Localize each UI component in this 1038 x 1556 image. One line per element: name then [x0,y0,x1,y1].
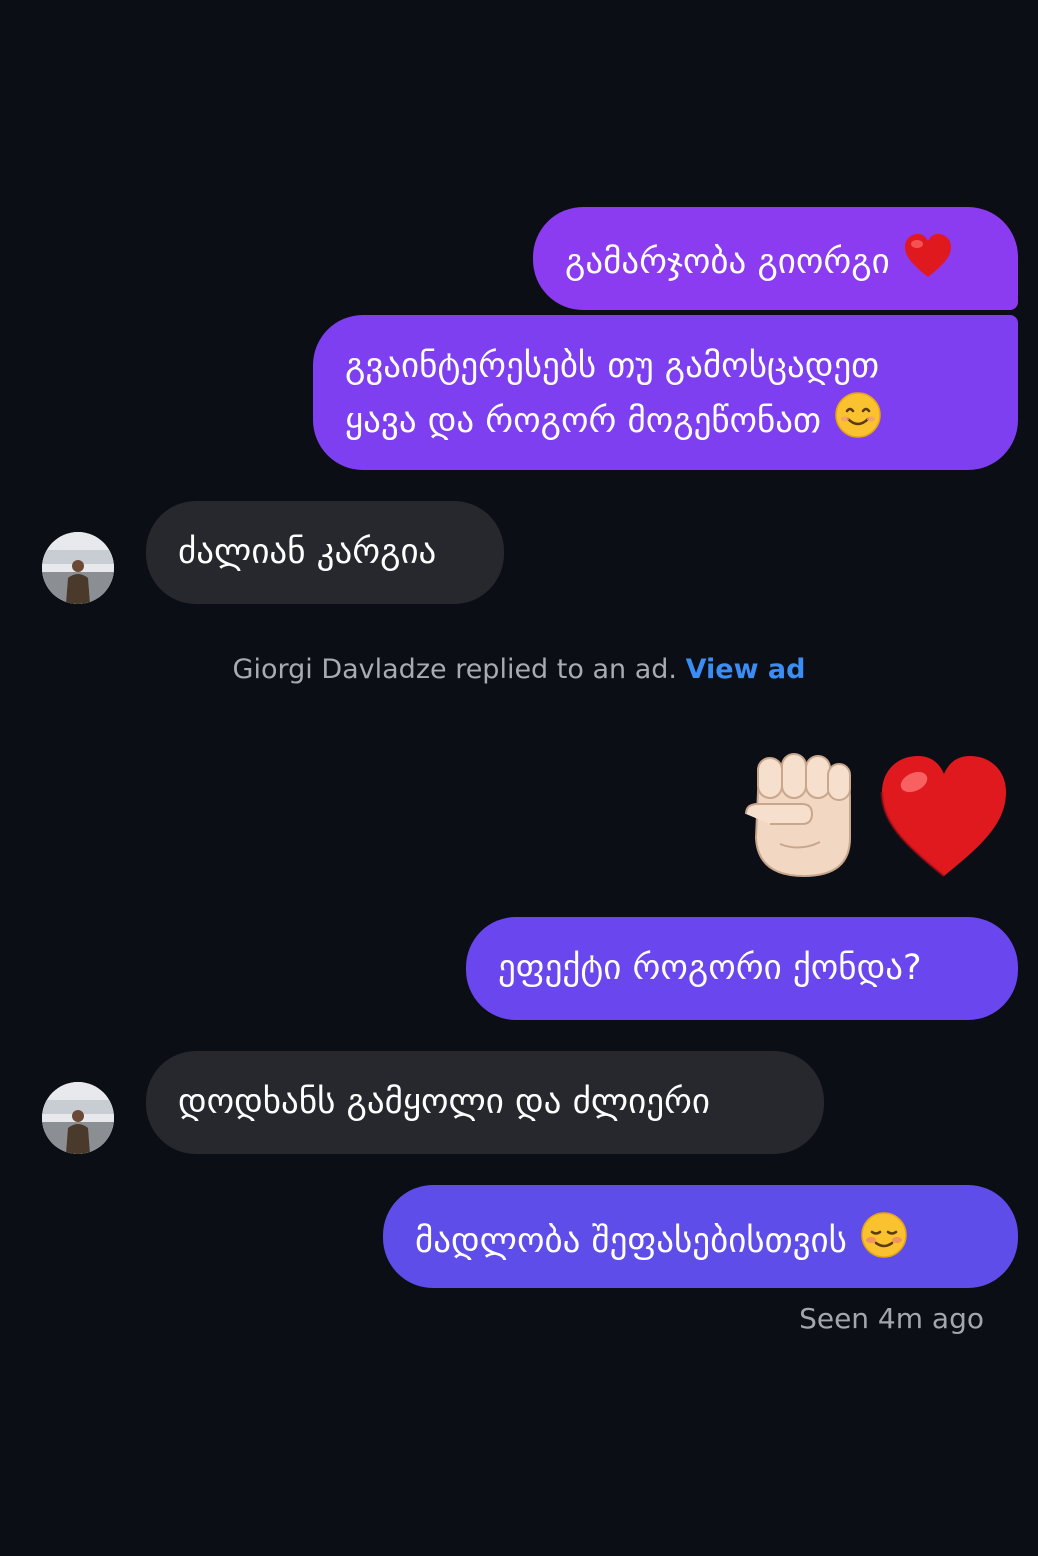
outgoing-message[interactable]: მადლობა შეფასებისთვის [383,1185,1018,1288]
message-text-line-2: ყავა და როგორ მოგეწონათ [345,401,822,441]
message-text: დოდხანს გამყოლი და ძლიერი [178,1082,710,1122]
smiling-blush-icon [860,1211,908,1273]
red-heart-icon[interactable] [878,752,1010,884]
message-text: ეფექტი როგორი ქონდა? [498,948,922,988]
ad-reply-notice: Giorgi Davladze replied to an ad. View a… [0,648,1038,692]
message-text-line-1: გვაინტერესებს თუ გამოსცადეთ [345,346,880,386]
incoming-message[interactable]: დოდხანს გამყოლი და ძლიერი [146,1051,824,1154]
seen-status: Seen 4m ago [799,1302,984,1335]
view-ad-link[interactable]: View ad [686,654,806,685]
avatar[interactable] [42,1082,114,1154]
incoming-message[interactable]: ძალიან კარგია [146,501,504,604]
ad-notice-text: Giorgi Davladze replied to an ad. [232,654,677,685]
outgoing-message[interactable]: ეფექტი როგორი ქონდა? [466,917,1018,1020]
outgoing-message[interactable]: გვაინტერესებს თუ გამოსცადეთ ყავა და როგო… [313,315,1018,470]
raised-fist-icon[interactable] [740,752,858,884]
message-text: ძალიან კარგია [178,532,437,572]
message-text: მადლობა შეფასებისთვის [415,1221,847,1261]
red-heart-icon [903,233,953,293]
avatar[interactable] [42,532,114,604]
smiling-face-icon [834,391,882,453]
outgoing-message[interactable]: გამარჯობა გიორგი [533,207,1018,310]
message-text: გამარჯობა გიორგი [565,242,890,282]
chat-thread: გამარჯობა გიორგი გვაინტერესებს თუ გამოსც… [0,0,1038,1556]
